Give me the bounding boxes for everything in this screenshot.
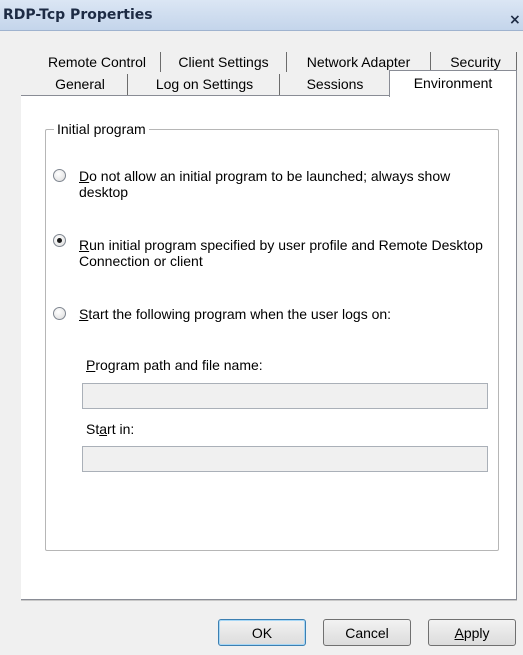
- tab-divider: [430, 52, 431, 72]
- radio-do-not-allow[interactable]: [53, 169, 66, 182]
- mnemonic: A: [454, 625, 464, 641]
- title-bar: RDP-Tcp Properties ×: [0, 0, 523, 31]
- close-icon[interactable]: ×: [509, 12, 523, 28]
- window-title: RDP-Tcp Properties: [3, 7, 153, 23]
- option-text-line2: desktop: [79, 184, 129, 200]
- program-path-label: Program path and file name:: [86, 357, 263, 373]
- tab-divider: [279, 74, 280, 96]
- ok-button[interactable]: OK: [218, 619, 306, 646]
- mnemonic: R: [79, 237, 90, 253]
- program-path-field: [82, 383, 488, 409]
- mnemonic: P: [86, 357, 96, 373]
- option-text-line2: Connection or client: [79, 253, 203, 269]
- option-start-program-label[interactable]: Start the following program when the use…: [79, 306, 499, 322]
- option-do-not-allow-label[interactable]: Do not allow an initial program to be la…: [79, 168, 499, 200]
- tab-divider: [286, 52, 287, 72]
- label-text: St: [86, 421, 100, 437]
- mnemonic: a: [99, 421, 108, 437]
- radio-start-program[interactable]: [53, 307, 66, 320]
- tab-divider: [127, 74, 128, 96]
- option-text: un initial program specified by user pro…: [89, 237, 483, 253]
- option-text: o not allow an initial program to be lau…: [89, 168, 451, 184]
- panel-bottom-divider: [21, 600, 517, 601]
- tab-divider: [160, 52, 161, 72]
- mnemonic: S: [79, 306, 89, 322]
- tab-sessions[interactable]: Sessions: [284, 73, 386, 95]
- apply-button[interactable]: Apply: [428, 619, 516, 646]
- tab-client-settings[interactable]: Client Settings: [165, 51, 282, 73]
- option-run-user-profile-label[interactable]: Run initial program specified by user pr…: [79, 237, 499, 269]
- tab-log-on-settings[interactable]: Log on Settings: [133, 73, 276, 95]
- cancel-button[interactable]: Cancel: [323, 619, 411, 646]
- tab-remote-control[interactable]: Remote Control: [34, 51, 160, 73]
- tab-environment[interactable]: Environment: [389, 70, 517, 97]
- start-in-field: [82, 446, 488, 472]
- radio-run-user-profile[interactable]: [53, 234, 66, 247]
- option-text: tart the following program when the user…: [88, 306, 392, 322]
- start-in-label: Start in:: [86, 421, 134, 437]
- tab-divider: [516, 52, 517, 72]
- label-text: rt in:: [107, 421, 135, 437]
- groupbox-legend: Initial program: [54, 121, 149, 137]
- tab-general[interactable]: General: [34, 73, 126, 95]
- label-text: rogram path and file name:: [95, 357, 263, 373]
- mnemonic: D: [79, 168, 90, 184]
- apply-text: pply: [463, 625, 490, 641]
